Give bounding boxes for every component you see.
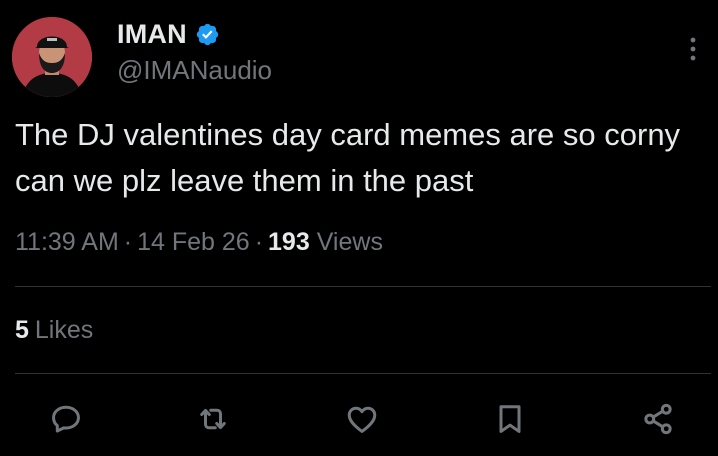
divider bbox=[15, 373, 711, 374]
likes-link[interactable]: 5 Likes bbox=[15, 316, 93, 345]
share-button[interactable] bbox=[638, 399, 678, 439]
more-options-icon[interactable] bbox=[682, 36, 704, 62]
repost-button[interactable] bbox=[193, 399, 233, 439]
likes-label: Likes bbox=[34, 316, 94, 344]
likes-count: 5 bbox=[15, 316, 29, 344]
share-nodes-icon bbox=[644, 403, 672, 435]
action-bar bbox=[0, 399, 718, 439]
views-count: 193 bbox=[268, 228, 310, 256]
tweet-text: The DJ valentines day card memes are so … bbox=[15, 117, 681, 198]
like-button[interactable] bbox=[342, 399, 382, 439]
reply-button[interactable] bbox=[46, 399, 86, 439]
author-name-row: IMAN bbox=[117, 17, 220, 51]
meta-separator: · bbox=[254, 228, 264, 256]
views-label: Views bbox=[316, 228, 383, 256]
verified-badge-icon bbox=[196, 23, 218, 45]
repost-arrows-icon bbox=[200, 408, 226, 430]
avatar-icon bbox=[12, 17, 92, 97]
speech-bubble-icon bbox=[52, 405, 80, 433]
heart-icon bbox=[347, 406, 377, 433]
tweet-meta: 11:39 AM · 14 Feb 26 · 193 Views bbox=[15, 228, 383, 257]
avatar[interactable] bbox=[12, 17, 92, 97]
display-name[interactable]: IMAN bbox=[117, 19, 187, 50]
divider bbox=[15, 286, 711, 287]
bookmark-button[interactable] bbox=[490, 399, 530, 439]
tweet-time[interactable]: 11:39 AM bbox=[15, 228, 119, 256]
bookmark-icon bbox=[499, 405, 521, 433]
author-handle[interactable]: @IMANaudio bbox=[117, 55, 272, 86]
meta-separator: · bbox=[123, 228, 133, 256]
tweet-date[interactable]: 14 Feb 26 bbox=[137, 228, 250, 256]
